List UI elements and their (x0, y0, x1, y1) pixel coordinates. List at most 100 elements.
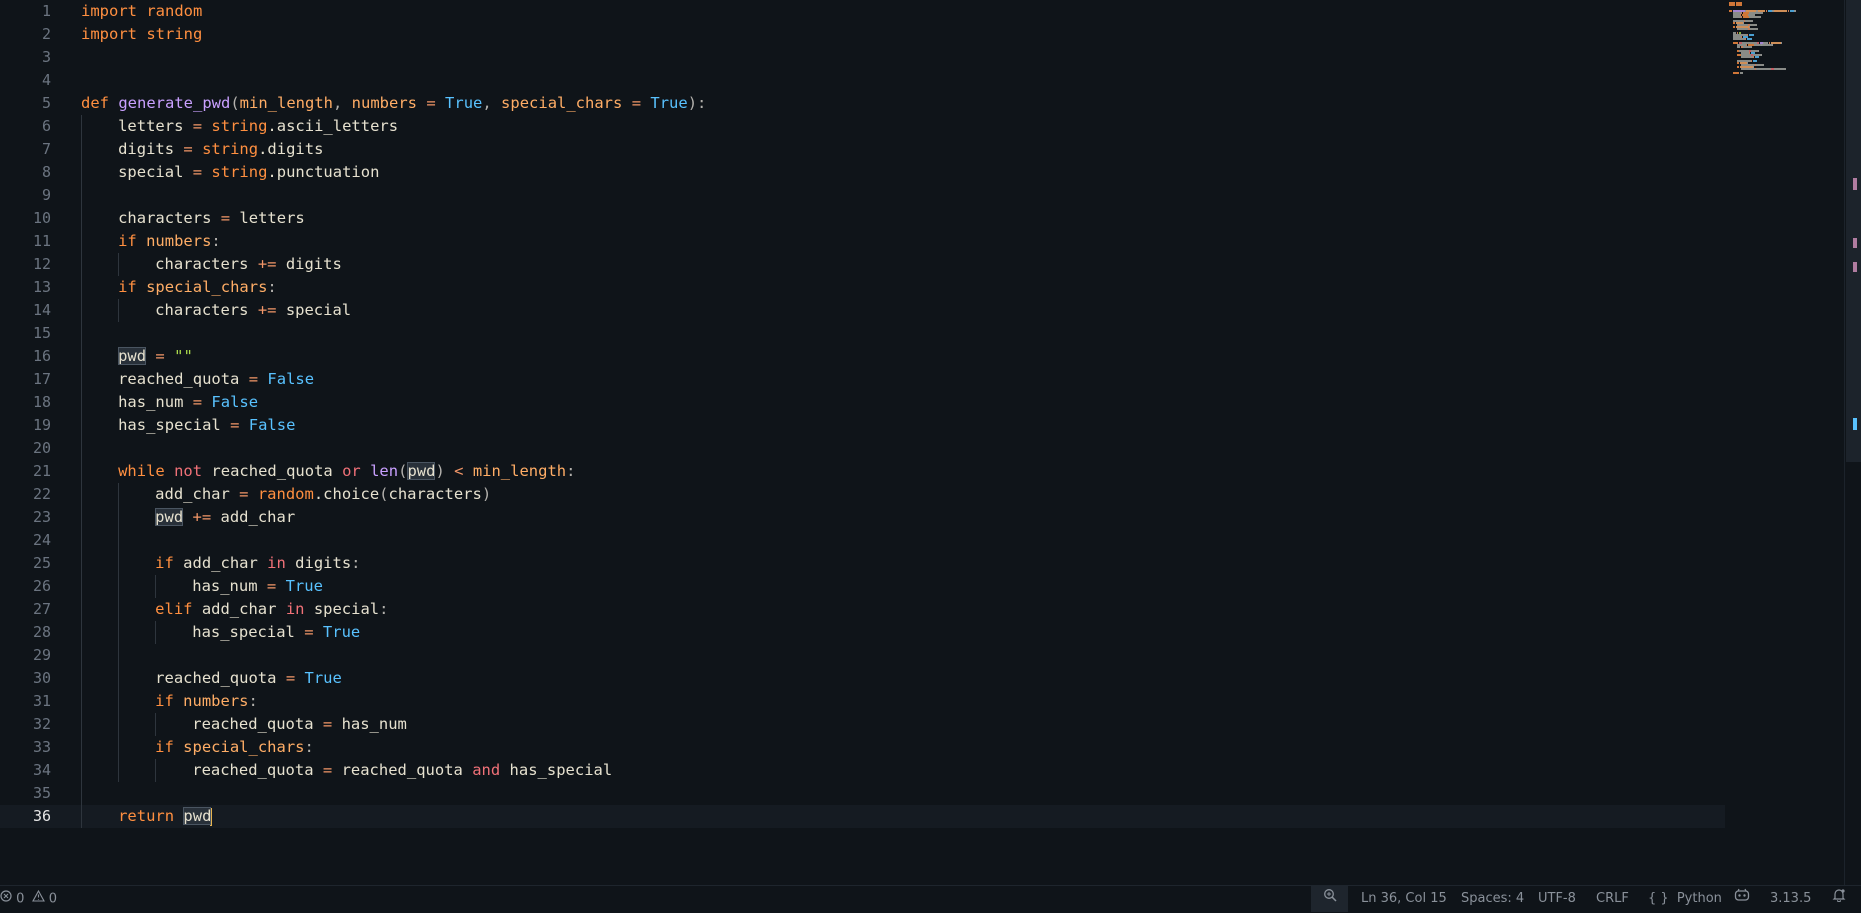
code-line[interactable]: 19 has_special = False (0, 414, 1725, 437)
indent-guide (118, 690, 120, 713)
code-line[interactable]: 35 (0, 782, 1725, 805)
scrollbar-marker (1853, 418, 1857, 430)
code-line[interactable]: 22 add_char = random.choice(characters) (0, 483, 1725, 506)
line-number: 12 (32, 255, 51, 273)
bell-icon (1832, 886, 1846, 912)
code-line[interactable]: 36 return pwd (0, 805, 1725, 828)
code-text: digits = string.digits (118, 138, 323, 161)
code-line[interactable]: 14 characters += special (0, 299, 1725, 322)
code-token: characters (118, 209, 221, 227)
code-token: = (239, 485, 249, 503)
code-line[interactable]: 12 characters += digits (0, 253, 1725, 276)
code-line[interactable]: 11 if numbers: (0, 230, 1725, 253)
line-number: 22 (32, 485, 51, 503)
code-line[interactable]: 32 reached_quota = has_num (0, 713, 1725, 736)
indent-guide (118, 575, 120, 598)
status-bar: 0 0 Ln 36, Col 15 Spaces: 4 UTF-8 CRLF {… (0, 885, 1861, 912)
code-editor[interactable]: 1 import random 2 import string 3 4 5 def gener… (0, 0, 1844, 885)
code-line[interactable]: 16 pwd = "" (0, 345, 1725, 368)
code-line[interactable]: 20 (0, 437, 1725, 460)
minimap-token (1737, 46, 1740, 48)
indent-guide (81, 276, 82, 299)
code-token: .ascii_letters (267, 117, 399, 135)
code-text: while not reached_quota or len(pwd) < mi… (118, 460, 575, 483)
zoom-button[interactable] (1311, 886, 1348, 912)
code-token: , (482, 94, 502, 112)
code-text: import random (81, 0, 202, 23)
indentation-setting[interactable]: Spaces: 4 (1461, 886, 1524, 912)
minimap-token (1781, 42, 1782, 44)
code-line[interactable]: 30 reached_quota = True (0, 667, 1725, 690)
code-line[interactable]: 7 digits = string.digits (0, 138, 1725, 161)
code-line[interactable]: 6 letters = string.ascii_letters (0, 115, 1725, 138)
code-line[interactable]: 31 if numbers: (0, 690, 1725, 713)
indent-guide (81, 161, 82, 184)
code-token: generate_pwd (118, 94, 231, 112)
code-token: ( (230, 94, 240, 112)
code-token: = (322, 715, 333, 733)
indent-guide (81, 690, 82, 713)
copilot-button[interactable] (1734, 886, 1750, 912)
code-line[interactable]: 34 reached_quota = reached_quota and has_… (0, 759, 1725, 782)
code-token: pwd (407, 462, 436, 480)
code-token: has_special (500, 761, 613, 779)
code-token: False (267, 370, 315, 388)
code-line[interactable]: 24 (0, 529, 1725, 552)
line-number: 8 (41, 163, 51, 181)
code-line[interactable]: 9 (0, 184, 1725, 207)
indent-guide (81, 437, 82, 460)
warnings-count: 0 (48, 891, 57, 907)
errors-count: 0 (16, 891, 25, 907)
code-text: if add_char in digits: (155, 552, 360, 575)
code-line[interactable]: 26 has_num = True (0, 575, 1725, 598)
problems-indicator[interactable]: 0 0 (0, 886, 57, 912)
code-line[interactable]: 5 def generate_pwd(min_length, numbers = … (0, 92, 1725, 115)
line-number: 3 (41, 48, 51, 66)
python-interpreter-version[interactable]: 3.13.5 (1770, 886, 1811, 912)
code-line[interactable]: 17 reached_quota = False (0, 368, 1725, 391)
code-line[interactable]: 1 import random (0, 0, 1725, 23)
encoding-setting[interactable]: UTF-8 (1538, 886, 1576, 912)
code-line[interactable]: 8 special = string.punctuation (0, 161, 1725, 184)
code-line[interactable]: 4 (0, 69, 1725, 92)
code-line[interactable]: 29 (0, 644, 1725, 667)
code-lines[interactable]: 1 import random 2 import string 3 4 5 def gener… (0, 0, 1725, 828)
code-line[interactable]: 27 elif add_char in special: (0, 598, 1725, 621)
scrollbar-thumb[interactable] (1846, 0, 1861, 462)
line-number: 1 (41, 2, 51, 20)
code-line[interactable]: 2 import string (0, 23, 1725, 46)
code-line[interactable]: 15 (0, 322, 1725, 345)
editor-scrollbar[interactable] (1844, 0, 1861, 885)
language-mode[interactable]: { } Python (1648, 886, 1722, 912)
minimap-token (1753, 60, 1757, 62)
notifications-button[interactable] (1832, 886, 1846, 912)
code-line[interactable]: 33 if special_chars: (0, 736, 1725, 759)
code-line[interactable]: 23 pwd += add_char (0, 506, 1725, 529)
line-number: 4 (41, 71, 51, 89)
indent-guide (155, 759, 157, 782)
code-token: has_num (192, 577, 267, 595)
code-line[interactable]: 10 characters = letters (0, 207, 1725, 230)
minimap-token (1741, 16, 1742, 18)
indent-guide (81, 552, 82, 575)
code-line[interactable]: 25 if add_char in digits: (0, 552, 1725, 575)
code-line[interactable]: 21 while not reached_quota or len(pwd) < … (0, 460, 1725, 483)
code-line[interactable]: 13 if special_chars: (0, 276, 1725, 299)
code-text: reached_quota = False (118, 368, 314, 391)
code-line[interactable]: 18 has_num = False (0, 391, 1725, 414)
code-token: characters (155, 255, 258, 273)
code-line[interactable]: 3 (0, 46, 1725, 69)
code-token: len (370, 462, 399, 480)
indent-guide (81, 460, 82, 483)
code-line[interactable]: 28 has_special = True (0, 621, 1725, 644)
text-cursor (210, 807, 213, 826)
code-token: False (211, 393, 259, 411)
code-token: if (155, 554, 174, 572)
code-token: pwd (155, 508, 184, 526)
line-ending-setting[interactable]: CRLF (1596, 886, 1629, 912)
cursor-position[interactable]: Ln 36, Col 15 (1361, 886, 1447, 912)
minimap[interactable] (1722, 0, 1844, 885)
